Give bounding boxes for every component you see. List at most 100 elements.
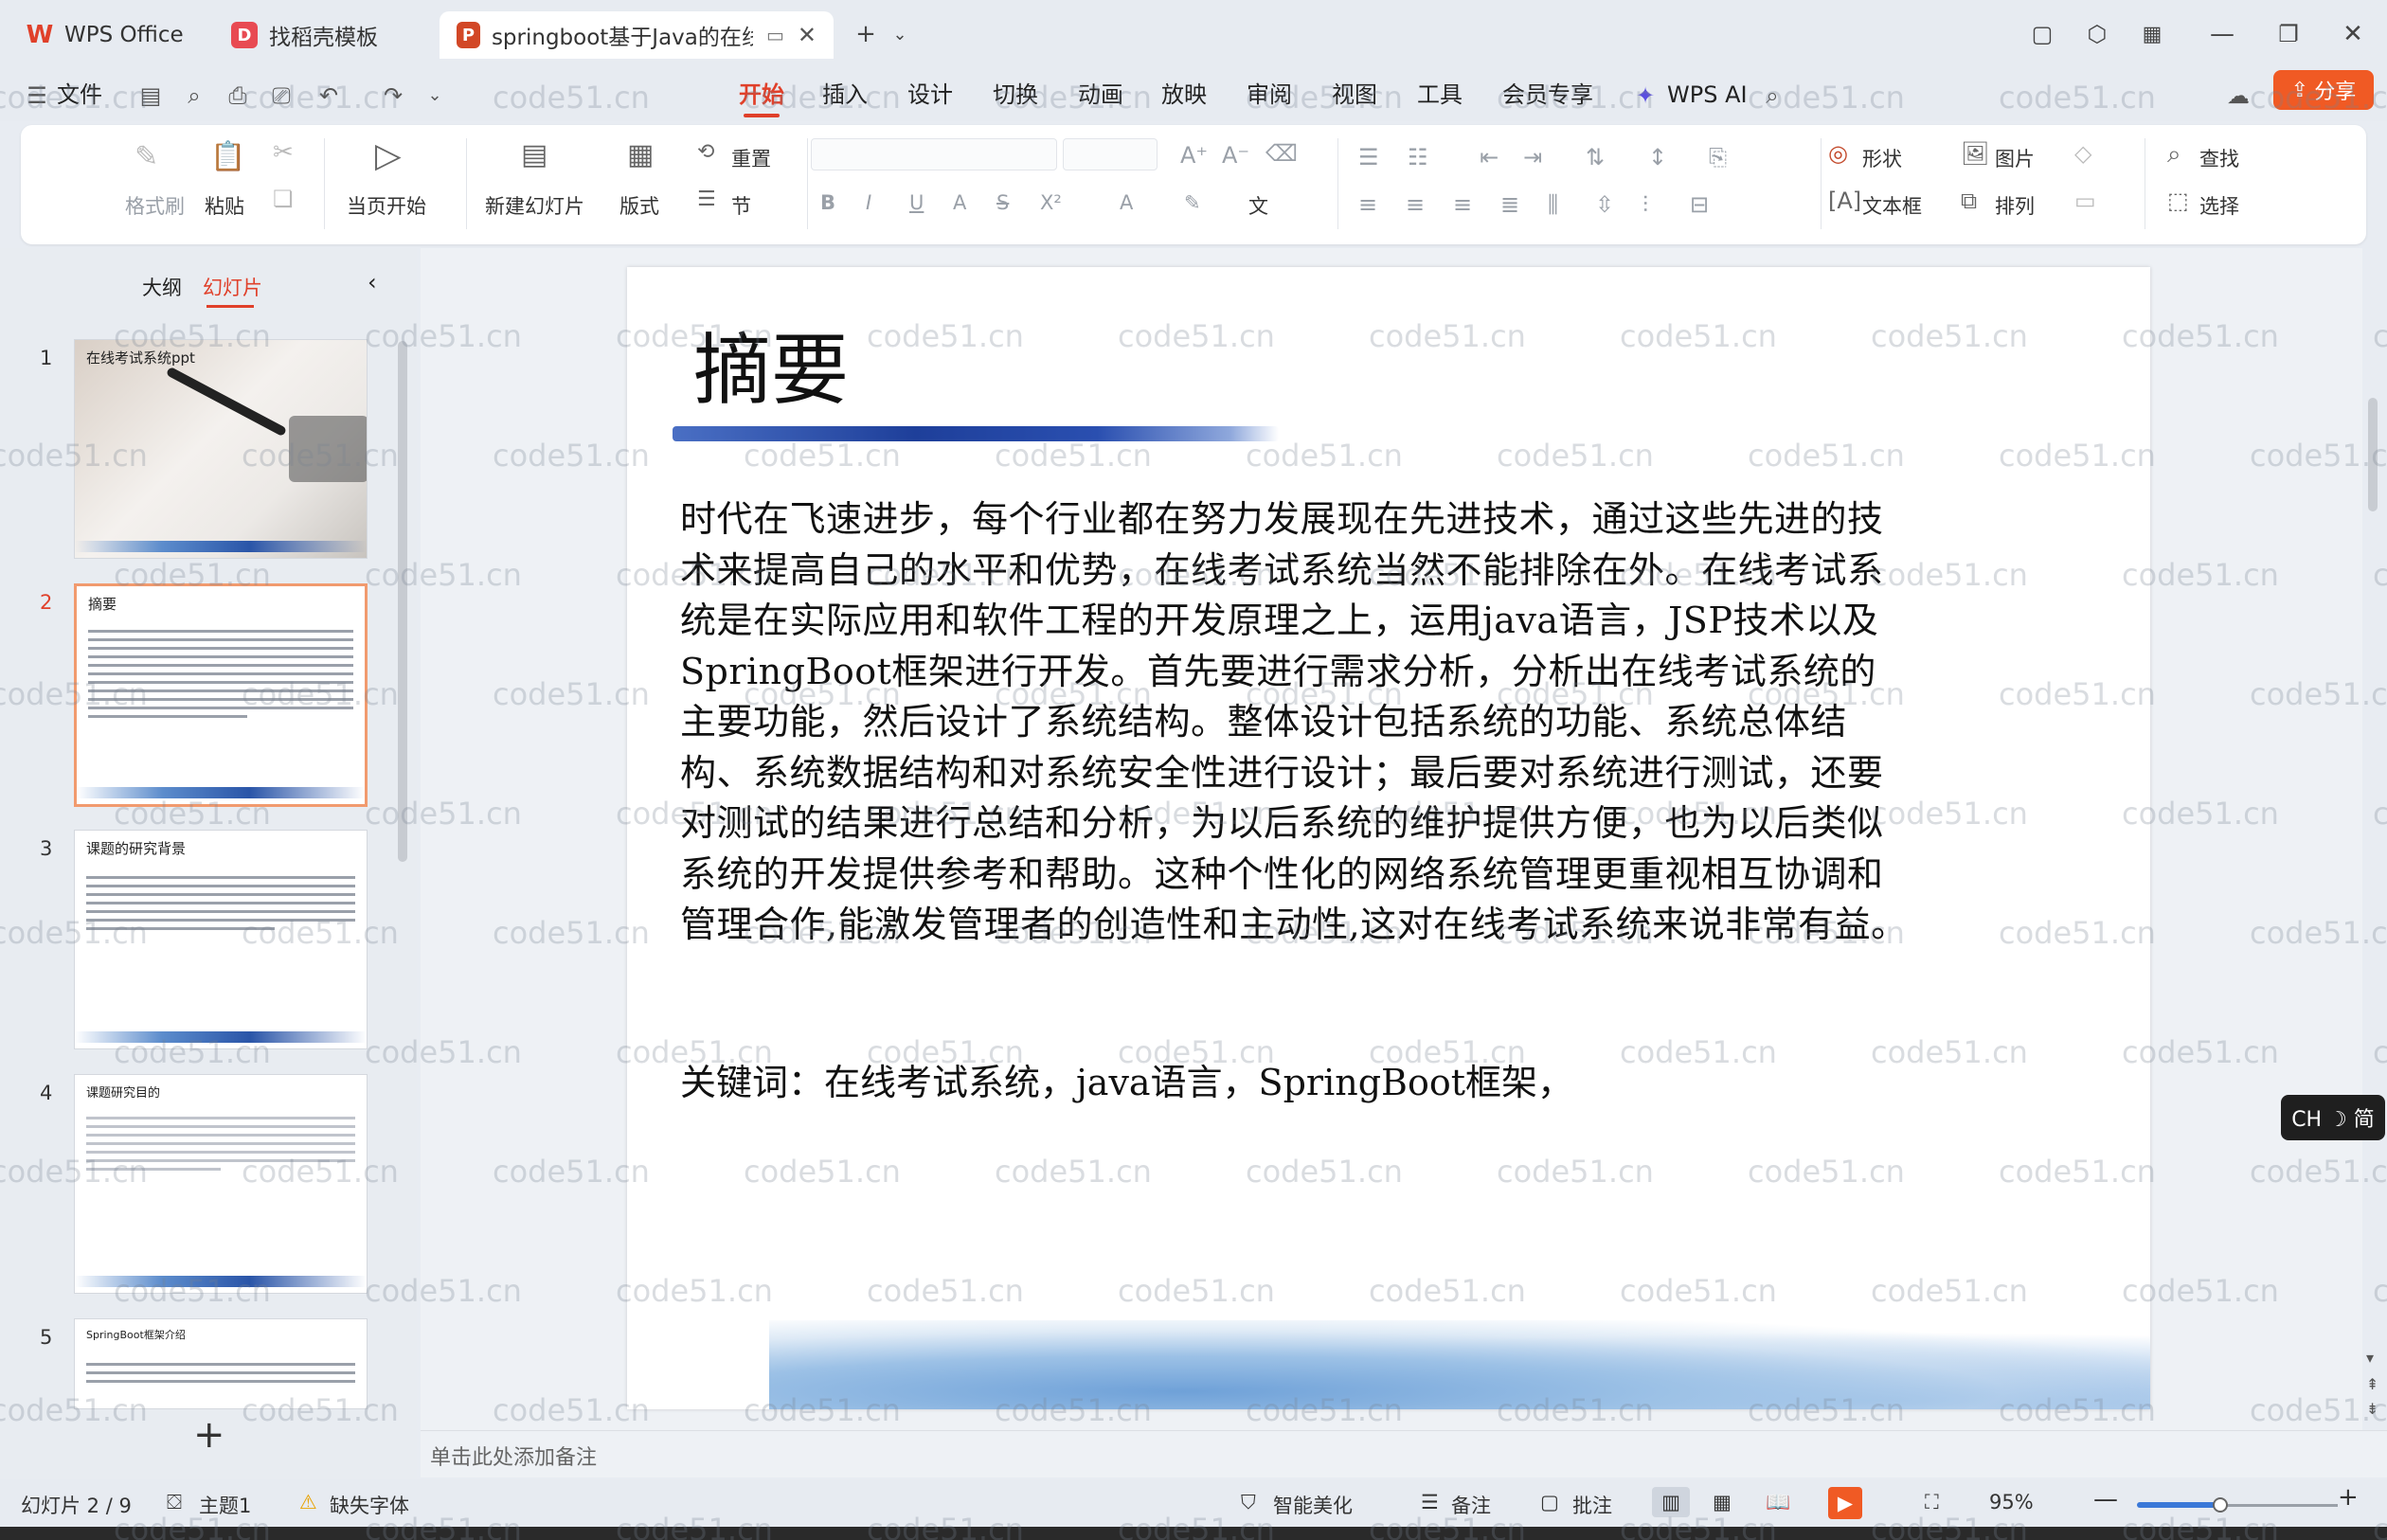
- slide-sorter-icon[interactable]: ▦: [1713, 1491, 1732, 1513]
- slide-thumbnail-5[interactable]: SpringBoot框架介绍: [74, 1318, 368, 1409]
- tab-docer-templates[interactable]: D 找稻壳模板: [214, 11, 432, 59]
- menu-slideshow[interactable]: 放映: [1161, 78, 1207, 112]
- convert-icon[interactable]: ⎘: [1709, 144, 1727, 170]
- slide-title[interactable]: 摘要: [693, 307, 849, 420]
- menu-wps-ai[interactable]: WPS AI: [1667, 78, 1748, 112]
- copy-icon[interactable]: ❏: [273, 186, 294, 212]
- phonetic-icon[interactable]: 文: [1248, 191, 1268, 220]
- clear-format-icon[interactable]: ⌫: [1265, 140, 1298, 167]
- canvas-scrollbar[interactable]: [2368, 398, 2378, 511]
- chevron-down-icon[interactable]: ⌄: [883, 17, 917, 51]
- slide-thumbnail-3[interactable]: 课题的研究背景: [74, 830, 368, 1049]
- menu-home[interactable]: 开始: [739, 78, 784, 117]
- print-icon[interactable]: ⎙: [224, 81, 252, 110]
- text-direction-icon[interactable]: ⇅: [1586, 144, 1605, 170]
- close-icon[interactable]: ✕: [798, 22, 817, 48]
- tab-outline[interactable]: 大纲: [142, 273, 182, 301]
- comments-button[interactable]: 批注: [1572, 1491, 1612, 1519]
- underline-icon[interactable]: U: [909, 191, 924, 214]
- missing-font-label[interactable]: 缺失字体: [330, 1491, 409, 1519]
- zoom-slider-thumb[interactable]: [2213, 1497, 2228, 1513]
- save-icon[interactable]: ▤: [136, 81, 165, 110]
- italic-icon[interactable]: I: [866, 191, 871, 214]
- add-slide-button[interactable]: +: [193, 1413, 225, 1457]
- zoom-out-icon[interactable]: —: [2093, 1485, 2118, 1513]
- zoom-in-icon[interactable]: +: [2338, 1483, 2359, 1512]
- notes-button[interactable]: 备注: [1451, 1491, 1491, 1519]
- prev-slide-icon[interactable]: ⇞: [2366, 1375, 2378, 1393]
- menu-tools[interactable]: 工具: [1417, 78, 1463, 112]
- decrease-font-icon[interactable]: A⁻: [1222, 142, 1249, 169]
- menu-file[interactable]: 文件: [57, 78, 102, 112]
- notes-pane[interactable]: 单击此处添加备注: [421, 1430, 2387, 1477]
- menu-transition[interactable]: 切换: [993, 78, 1038, 112]
- font-color-icon[interactable]: A: [1120, 191, 1133, 214]
- monitor-icon[interactable]: ▭: [766, 24, 784, 46]
- fit-window-icon[interactable]: ⛶: [1925, 1491, 1939, 1514]
- text-box-align-icon[interactable]: ⊟: [1690, 191, 1709, 218]
- wps-ai-icon[interactable]: ✦: [1631, 81, 1660, 110]
- outline-icon[interactable]: ▭: [2074, 188, 2096, 214]
- increase-font-icon[interactable]: A⁺: [1180, 142, 1208, 169]
- pin-icon[interactable]: ⌕: [180, 81, 208, 110]
- theme-label[interactable]: 主题1: [199, 1491, 251, 1519]
- cloud-icon[interactable]: ☁: [2224, 81, 2252, 110]
- tab-wps-office[interactable]: W WPS Office: [9, 11, 205, 59]
- undo-icon[interactable]: ↶: [314, 81, 343, 110]
- smart-beautify-button[interactable]: 智能美化: [1273, 1491, 1353, 1519]
- tab-document[interactable]: P springboot基于Java的在线考 ▭ ✕: [440, 11, 834, 59]
- arrange-button[interactable]: 排列: [1995, 191, 2035, 220]
- avatar[interactable]: ▦: [2135, 17, 2169, 51]
- menu-animation[interactable]: 动画: [1078, 78, 1123, 112]
- vertical-align-icon[interactable]: ⇳: [1595, 191, 1614, 218]
- menu-review[interactable]: 审阅: [1247, 78, 1292, 112]
- font-family-select[interactable]: [811, 138, 1057, 170]
- chevron-down-icon[interactable]: ⌄: [421, 81, 449, 110]
- columns-icon[interactable]: ⫶: [1642, 191, 1648, 218]
- format-painter-button[interactable]: 格式刷: [125, 191, 185, 220]
- find-button[interactable]: 查找: [2199, 144, 2239, 172]
- numbering-icon[interactable]: ☷: [1408, 144, 1428, 170]
- layout-button[interactable]: 版式: [619, 191, 659, 220]
- decrease-indent-icon[interactable]: ⇤: [1480, 144, 1499, 170]
- hamburger-icon[interactable]: ☰: [23, 81, 51, 110]
- reading-view-icon[interactable]: 📖: [1766, 1491, 1790, 1514]
- shadow-icon[interactable]: A: [953, 191, 966, 214]
- scroll-down-icon[interactable]: ▾: [2366, 1349, 2374, 1367]
- zoom-level[interactable]: 95%: [1989, 1491, 2034, 1513]
- slide-thumbnail-1[interactable]: 在线考试系统ppt: [74, 339, 368, 559]
- menu-view[interactable]: 视图: [1332, 78, 1377, 112]
- textbox-button[interactable]: 文本框: [1862, 191, 1922, 220]
- slideshow-play-icon[interactable]: ▶: [1828, 1487, 1862, 1519]
- picture-button[interactable]: 图片: [1995, 144, 2035, 172]
- ime-indicator[interactable]: CH ☽ 简: [2281, 1095, 2385, 1140]
- slide-canvas[interactable]: 摘要 时代在飞速进步，每个行业都在努力发展现在先进技术，通过这些先进的技术来提高…: [627, 267, 2150, 1409]
- bold-icon[interactable]: B: [820, 191, 835, 214]
- strikethrough-icon[interactable]: S: [996, 191, 1009, 214]
- align-right-icon[interactable]: ≡: [1453, 191, 1472, 218]
- restore-icon[interactable]: ❐: [2271, 17, 2306, 51]
- fill-icon[interactable]: ◇: [2074, 140, 2091, 167]
- redo-icon[interactable]: ↷: [379, 81, 407, 110]
- collapse-panel-icon[interactable]: ‹: [368, 269, 377, 295]
- search-icon[interactable]: ⌕: [1758, 81, 1786, 110]
- distribute-icon[interactable]: ⫼: [1548, 191, 1558, 218]
- bullets-icon[interactable]: ☰: [1358, 144, 1379, 170]
- font-size-select[interactable]: [1063, 138, 1158, 170]
- tab-slides[interactable]: 幻灯片: [203, 273, 262, 301]
- minimize-icon[interactable]: —: [2205, 17, 2239, 51]
- cut-icon[interactable]: ✂: [273, 138, 294, 167]
- section-button[interactable]: 节: [731, 191, 751, 220]
- superscript-icon[interactable]: X²: [1040, 191, 1062, 214]
- shape-button[interactable]: 形状: [1862, 144, 1902, 172]
- slide-body-text[interactable]: 时代在飞速进步，每个行业都在努力发展现在先进技术，通过这些先进的技术来提高自己的…: [680, 494, 1911, 951]
- slide-thumbnail-4[interactable]: 课题研究目的: [74, 1074, 368, 1294]
- paste-button[interactable]: 粘贴: [205, 191, 244, 220]
- align-center-icon[interactable]: ≡: [1406, 191, 1425, 218]
- cube-icon[interactable]: ⬡: [2080, 17, 2114, 51]
- slide-thumbnail-2[interactable]: 摘要: [74, 583, 368, 807]
- next-slide-icon[interactable]: ⇟: [2366, 1400, 2378, 1418]
- normal-view-icon[interactable]: ▥: [1652, 1487, 1690, 1517]
- menu-insert[interactable]: 插入: [822, 78, 868, 112]
- menu-member[interactable]: 会员专享: [1502, 78, 1593, 112]
